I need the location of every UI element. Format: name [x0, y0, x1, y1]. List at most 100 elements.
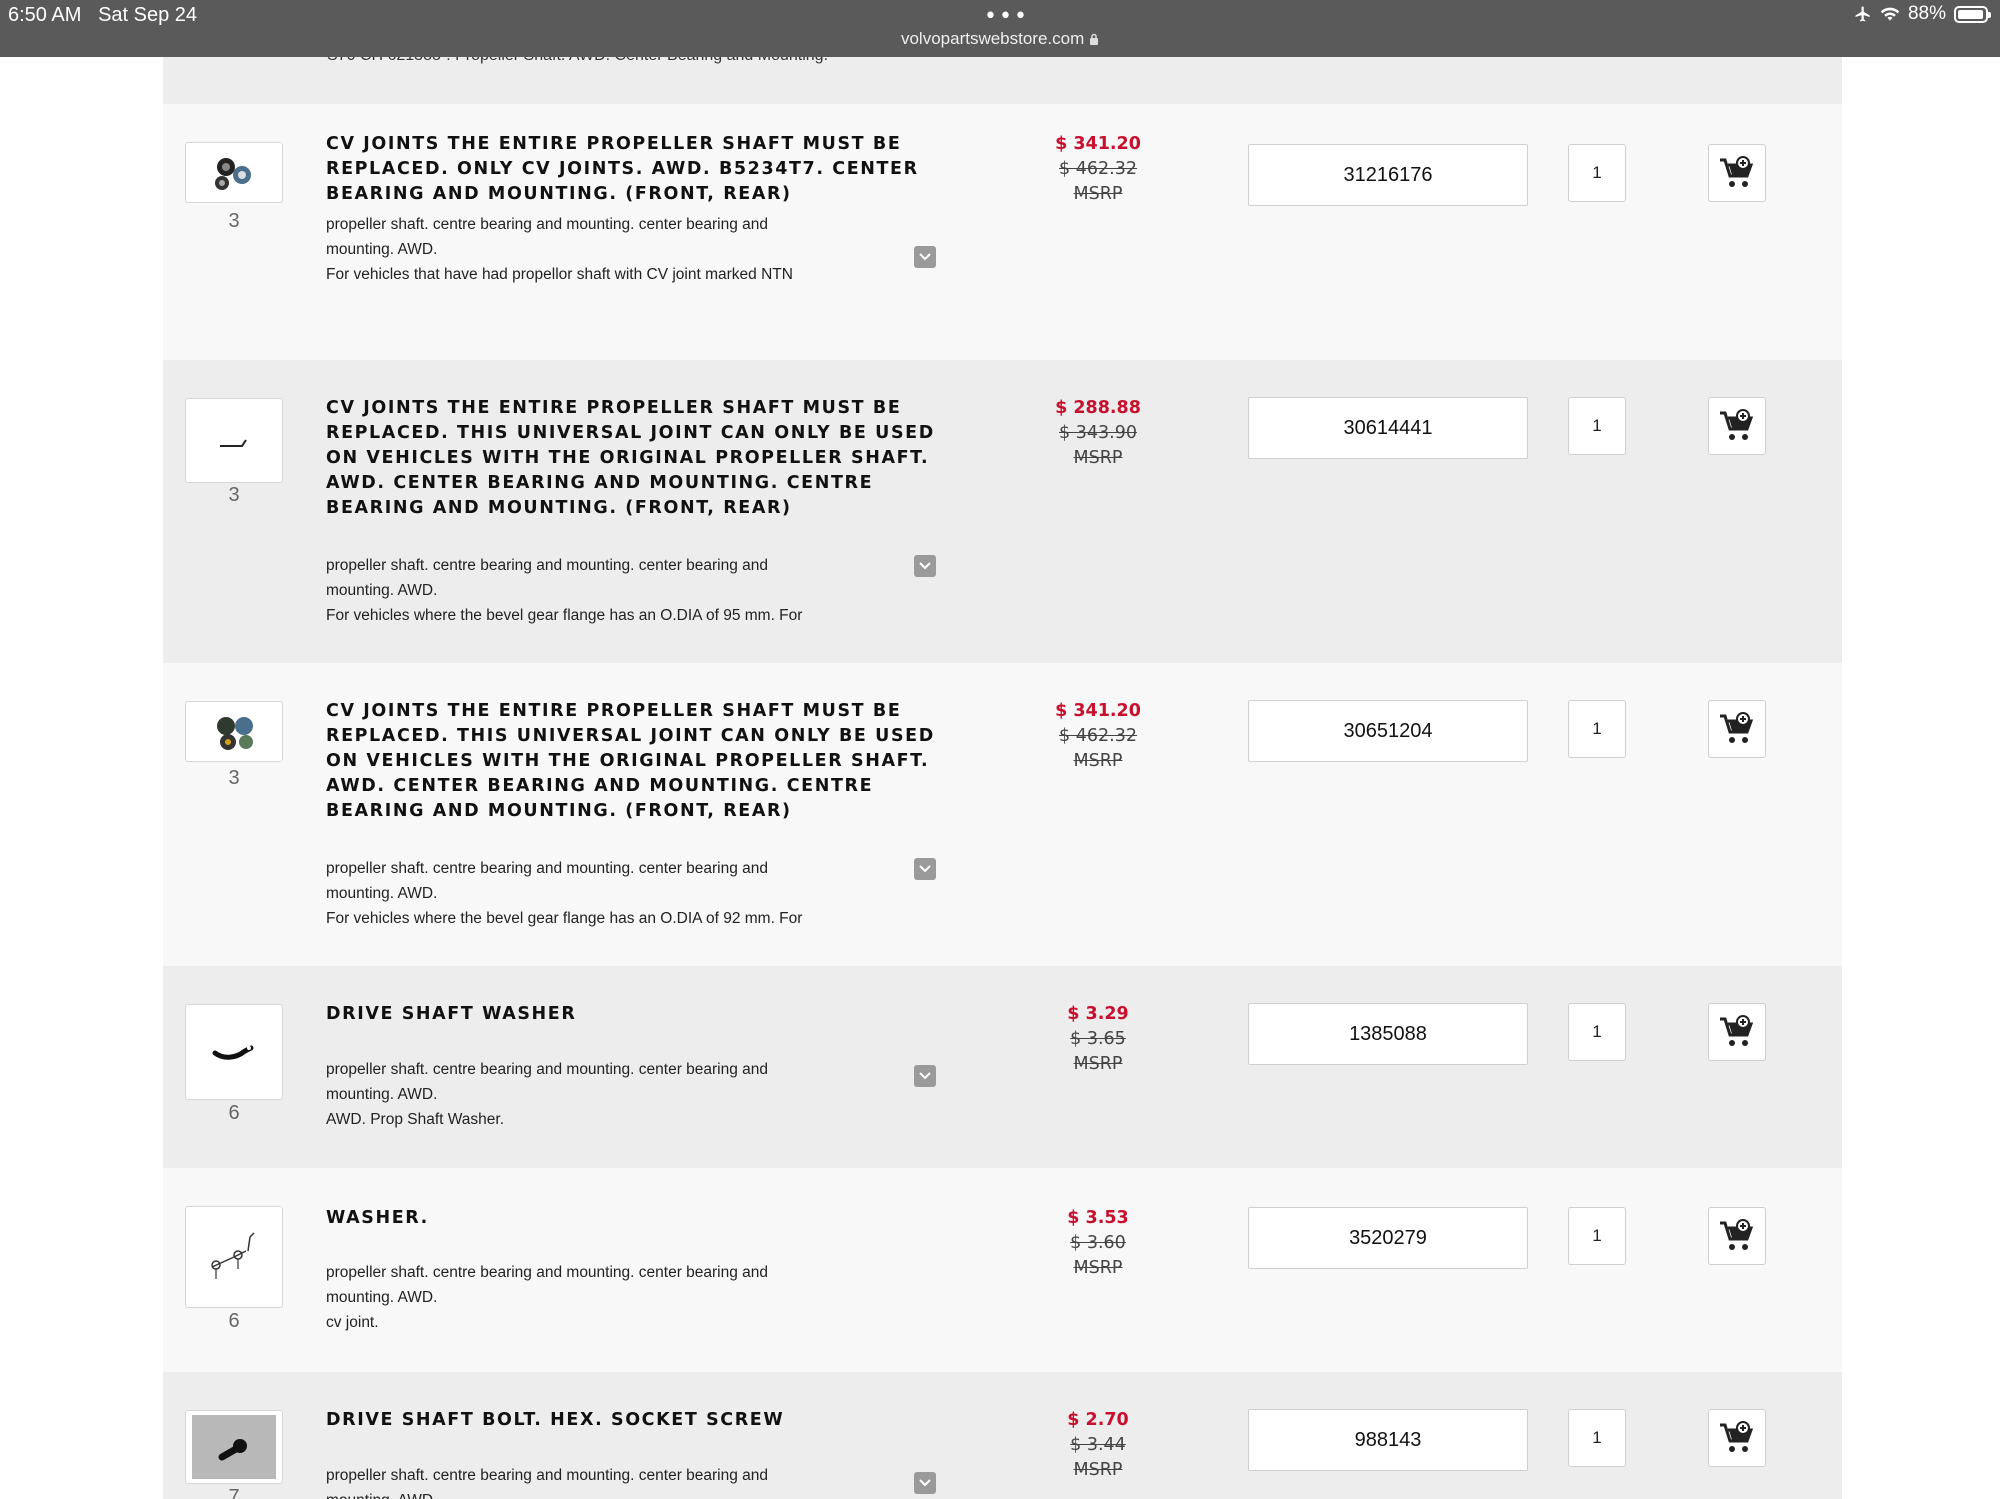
desc-line: mounting. AWD. [326, 1488, 886, 1499]
cv-joint-kit-icon[interactable] [185, 701, 283, 762]
msrp-label: MSRP [1073, 1460, 1123, 1480]
add-to-cart-icon [1720, 409, 1754, 440]
add-to-cart-button[interactable] [1708, 1003, 1766, 1061]
add-to-cart-button[interactable] [1708, 397, 1766, 455]
lock-icon [1090, 33, 1099, 45]
ref-quantity: 3 [228, 484, 240, 506]
quantity-input[interactable]: 1 [1568, 144, 1626, 202]
part-title[interactable]: CV JOINTS THE ENTIRE PROPELLER SHAFT MUS… [326, 132, 936, 207]
clipped-text: S70 CH 621388-. Propeller Shaft. AWD. Ce… [327, 57, 828, 65]
quantity-input[interactable]: 1 [1568, 700, 1626, 758]
msrp-label: MSRP [1073, 1054, 1123, 1074]
washer-diagram-icon[interactable] [185, 1004, 283, 1100]
add-to-cart-icon [1720, 1421, 1754, 1452]
wifi-icon [1880, 7, 1900, 21]
quantity-input[interactable]: 1 [1568, 1003, 1626, 1061]
add-to-cart-button[interactable] [1708, 144, 1766, 202]
price-block: $ 288.88 $ 343.90 MSRP [1043, 396, 1153, 471]
part-description: propeller shaft. centre bearing and moun… [326, 1463, 886, 1499]
url-bar[interactable]: volvopartswebstore.com [0, 29, 2000, 49]
part-number-field[interactable]: 988143 [1248, 1409, 1528, 1471]
part-title[interactable]: WASHER. [326, 1206, 936, 1231]
sale-price: $ 288.88 [1055, 398, 1141, 418]
airplane-icon [1855, 6, 1870, 22]
price-block: $ 3.53 $ 3.60 MSRP [1043, 1206, 1153, 1281]
part-row: 3 CV JOINTS THE ENTIRE PROPELLER SHAFT M… [163, 663, 1842, 966]
expand-chevron-icon[interactable] [914, 858, 936, 880]
ref-quantity: 3 [228, 767, 240, 789]
part-row: 6 DRIVE SHAFT WASHER propeller shaft. ce… [163, 966, 1842, 1168]
expand-chevron-icon[interactable] [914, 555, 936, 577]
part-number-field[interactable]: 1385088 [1248, 1003, 1528, 1065]
msrp-label: MSRP [1073, 184, 1123, 204]
part-description: propeller shaft. centre bearing and moun… [326, 856, 886, 931]
desc-line: propeller shaft. centre bearing and moun… [326, 860, 769, 877]
part-number-field[interactable]: 3520279 [1248, 1207, 1528, 1269]
part-title[interactable]: DRIVE SHAFT BOLT. HEX. SOCKET SCREW [326, 1408, 936, 1433]
old-price: $ 343.90 [1059, 423, 1137, 443]
date: Sat Sep 24 [98, 4, 198, 26]
expand-chevron-icon[interactable] [914, 1472, 936, 1494]
add-to-cart-button[interactable] [1708, 1207, 1766, 1265]
desc-line: For vehicles that have had propellor sha… [326, 266, 793, 283]
desc-line: mounting. AWD. [326, 582, 438, 599]
price-block: $ 3.29 $ 3.65 MSRP [1043, 1002, 1153, 1077]
universal-joint-icon[interactable] [185, 398, 283, 483]
desc-line: propeller shaft. centre bearing and moun… [326, 216, 769, 233]
price-block: $ 341.20 $ 462.32 MSRP [1043, 699, 1153, 774]
old-price: $ 3.65 [1070, 1029, 1126, 1049]
add-to-cart-icon [1720, 1219, 1754, 1250]
bolt-photo-icon[interactable] [185, 1410, 283, 1484]
part-title[interactable]: DRIVE SHAFT WASHER [326, 1002, 936, 1027]
quantity-input[interactable]: 1 [1568, 1409, 1626, 1467]
old-price: $ 462.32 [1059, 726, 1137, 746]
more-dots-icon[interactable]: ••• [984, 6, 1029, 28]
ref-quantity: 3 [228, 210, 240, 232]
url-text: volvopartswebstore.com [900, 29, 1085, 48]
desc-line: propeller shaft. centre bearing and moun… [326, 557, 769, 574]
part-description: propeller shaft. centre bearing and moun… [326, 1057, 886, 1132]
quantity-input[interactable]: 1 [1568, 397, 1626, 455]
washer-diagram-icon[interactable] [185, 1206, 283, 1308]
msrp-label: MSRP [1073, 751, 1123, 771]
ref-quantity: 6 [228, 1102, 240, 1124]
expand-chevron-icon[interactable] [914, 246, 936, 268]
part-row: 7 DRIVE SHAFT BOLT. HEX. SOCKET SCREW pr… [163, 1372, 1842, 1499]
parts-list: S70 CH 621388-. Propeller Shaft. AWD. Ce… [163, 57, 1842, 1499]
expand-chevron-icon[interactable] [914, 1065, 936, 1087]
part-description: propeller shaft. centre bearing and moun… [326, 553, 886, 628]
desc-line: propeller shaft. centre bearing and moun… [326, 1264, 769, 1281]
part-number-field[interactable]: 30651204 [1248, 700, 1528, 762]
part-number-field[interactable]: 30614441 [1248, 397, 1528, 459]
desc-line: mounting. AWD. [326, 241, 438, 258]
quantity-input[interactable]: 1 [1568, 1207, 1626, 1265]
part-description: propeller shaft. centre bearing and moun… [326, 1260, 886, 1335]
sale-price: $ 3.29 [1067, 1004, 1129, 1024]
part-title[interactable]: CV JOINTS THE ENTIRE PROPELLER SHAFT MUS… [326, 396, 936, 521]
add-to-cart-icon [1720, 1015, 1754, 1046]
old-price: $ 462.32 [1059, 159, 1137, 179]
desc-line: mounting. AWD. [326, 885, 438, 902]
desc-line: propeller shaft. centre bearing and moun… [326, 1061, 769, 1078]
add-to-cart-button[interactable] [1708, 1409, 1766, 1467]
add-to-cart-icon [1720, 712, 1754, 743]
msrp-label: MSRP [1073, 1258, 1123, 1278]
price-block: $ 2.70 $ 3.44 MSRP [1043, 1408, 1153, 1483]
part-title[interactable]: CV JOINTS THE ENTIRE PROPELLER SHAFT MUS… [326, 699, 936, 824]
part-description: propeller shaft. centre bearing and moun… [326, 212, 886, 287]
desc-line: For vehicles where the bevel gear flange… [326, 910, 803, 927]
part-number-field[interactable]: 31216176 [1248, 144, 1528, 206]
add-to-cart-icon [1720, 156, 1754, 187]
status-right: 88% [1854, 3, 1991, 25]
ref-quantity: 7 [228, 1486, 240, 1499]
battery-percent: 88% [1907, 3, 1946, 24]
old-price: $ 3.44 [1070, 1435, 1126, 1455]
part-row: 3 CV JOINTS THE ENTIRE PROPELLER SHAFT M… [163, 104, 1842, 360]
sale-price: $ 341.20 [1055, 134, 1141, 154]
desc-line: For vehicles where the bevel gear flange… [326, 607, 803, 624]
sale-price: $ 341.20 [1055, 701, 1141, 721]
cv-joint-kit-icon[interactable] [185, 142, 283, 203]
status-time: 6:50 AM Sat Sep 24 [8, 4, 197, 27]
add-to-cart-button[interactable] [1708, 700, 1766, 758]
desc-line: propeller shaft. centre bearing and moun… [326, 1467, 769, 1484]
